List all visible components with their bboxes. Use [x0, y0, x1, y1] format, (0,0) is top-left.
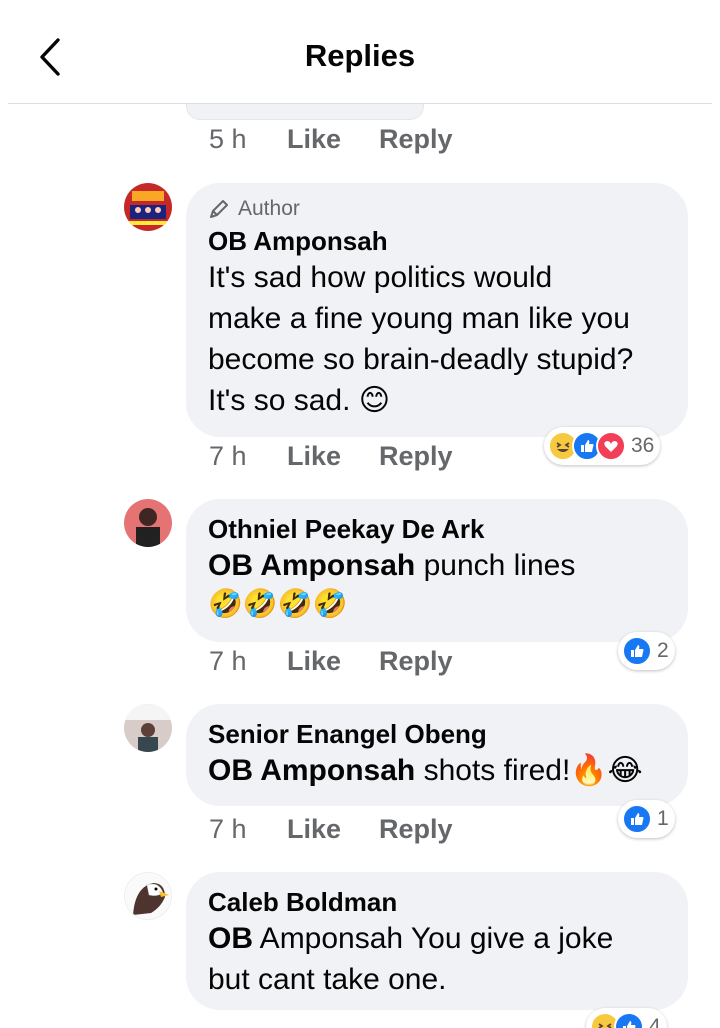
avatar-image — [124, 183, 172, 231]
mention-link[interactable]: OB Amponsah — [208, 549, 415, 582]
like-reaction-icon — [622, 804, 652, 834]
author-label: Author — [238, 197, 300, 220]
comment-line: It's so sad. 😊 — [208, 384, 391, 417]
pencil-icon — [210, 200, 228, 218]
reaction-summary[interactable]: 36 — [544, 427, 661, 465]
reaction-summary[interactable]: 1 — [618, 800, 675, 838]
reply-button[interactable]: Reply — [379, 646, 453, 677]
reply-button[interactable]: Reply — [379, 124, 453, 155]
like-button[interactable]: Like — [287, 814, 379, 845]
like-button[interactable]: Like — [287, 441, 379, 472]
avatar-image — [124, 704, 172, 752]
mention-link[interactable]: OB — [208, 922, 253, 955]
reaction-count: 4 — [649, 1015, 661, 1028]
like-button[interactable]: Like — [287, 646, 379, 677]
avatar[interactable] — [124, 704, 172, 752]
comment-bubble[interactable]: Author OB Amponsah It's sad how politics… — [186, 183, 688, 437]
love-reaction-icon — [596, 431, 626, 461]
page-title: Replies — [304, 38, 416, 73]
comment-line: but cant take one. — [208, 963, 447, 996]
comment-text: punch lines — [415, 549, 576, 582]
reaction-summary[interactable]: 4 — [586, 1008, 667, 1028]
comment-time: 5 h — [209, 124, 247, 154]
like-reaction-icon — [614, 1012, 644, 1028]
commenter-name[interactable]: Othniel Peekay De Ark — [208, 513, 666, 545]
commenter-name[interactable]: Senior Enangel Obeng — [208, 718, 666, 750]
avatar-image — [125, 873, 171, 919]
emoji-line: 🤣🤣🤣🤣 — [208, 588, 348, 619]
avatar[interactable] — [124, 872, 172, 920]
like-reaction-icon — [622, 636, 652, 666]
comment-time: 7 h — [209, 441, 247, 471]
comment-bubble[interactable]: Caleb Boldman OB Amponsah You give a jok… — [186, 872, 688, 1010]
comment-meta-0: 5 h Like Reply — [209, 124, 453, 155]
reply-button[interactable]: Reply — [379, 814, 453, 845]
comment-text: shots fired!🔥😂 — [415, 754, 643, 787]
comment-text: Amponsah You give a joke — [253, 922, 614, 955]
avatar-image — [124, 499, 172, 547]
top-bar: Replies — [0, 0, 720, 104]
comment-time: 7 h — [209, 814, 247, 844]
comment-meta-2: 7 h Like Reply — [209, 646, 453, 677]
avatar[interactable] — [124, 183, 172, 231]
comment-bubble[interactable]: Othniel Peekay De Ark OB Amponsah punch … — [186, 499, 688, 642]
comment-line: become so brain-deadly stupid? — [208, 343, 634, 376]
commenter-name[interactable]: Caleb Boldman — [208, 886, 666, 918]
reaction-count: 1 — [657, 807, 669, 830]
reaction-count: 36 — [631, 434, 655, 457]
comment-time: 7 h — [209, 646, 247, 676]
comment-bubble[interactable]: Senior Enangel Obeng OB Amponsah shots f… — [186, 704, 688, 806]
mention-link[interactable]: OB Amponsah — [208, 754, 415, 787]
comment-line: It's sad how politics would — [208, 261, 553, 294]
comment-line: make a fine young man like you — [208, 302, 630, 335]
reaction-count: 2 — [657, 639, 669, 662]
like-button[interactable]: Like — [287, 124, 379, 155]
reaction-summary[interactable]: 2 — [618, 632, 675, 670]
commenter-name[interactable]: OB Amponsah — [208, 225, 666, 257]
avatar[interactable] — [124, 499, 172, 547]
comment-meta-1: 7 h Like Reply — [209, 441, 453, 472]
reply-button[interactable]: Reply — [379, 441, 453, 472]
comment-meta-3: 7 h Like Reply — [209, 814, 453, 845]
previous-comment-bubble — [186, 104, 424, 120]
author-badge: Author — [208, 197, 666, 221]
